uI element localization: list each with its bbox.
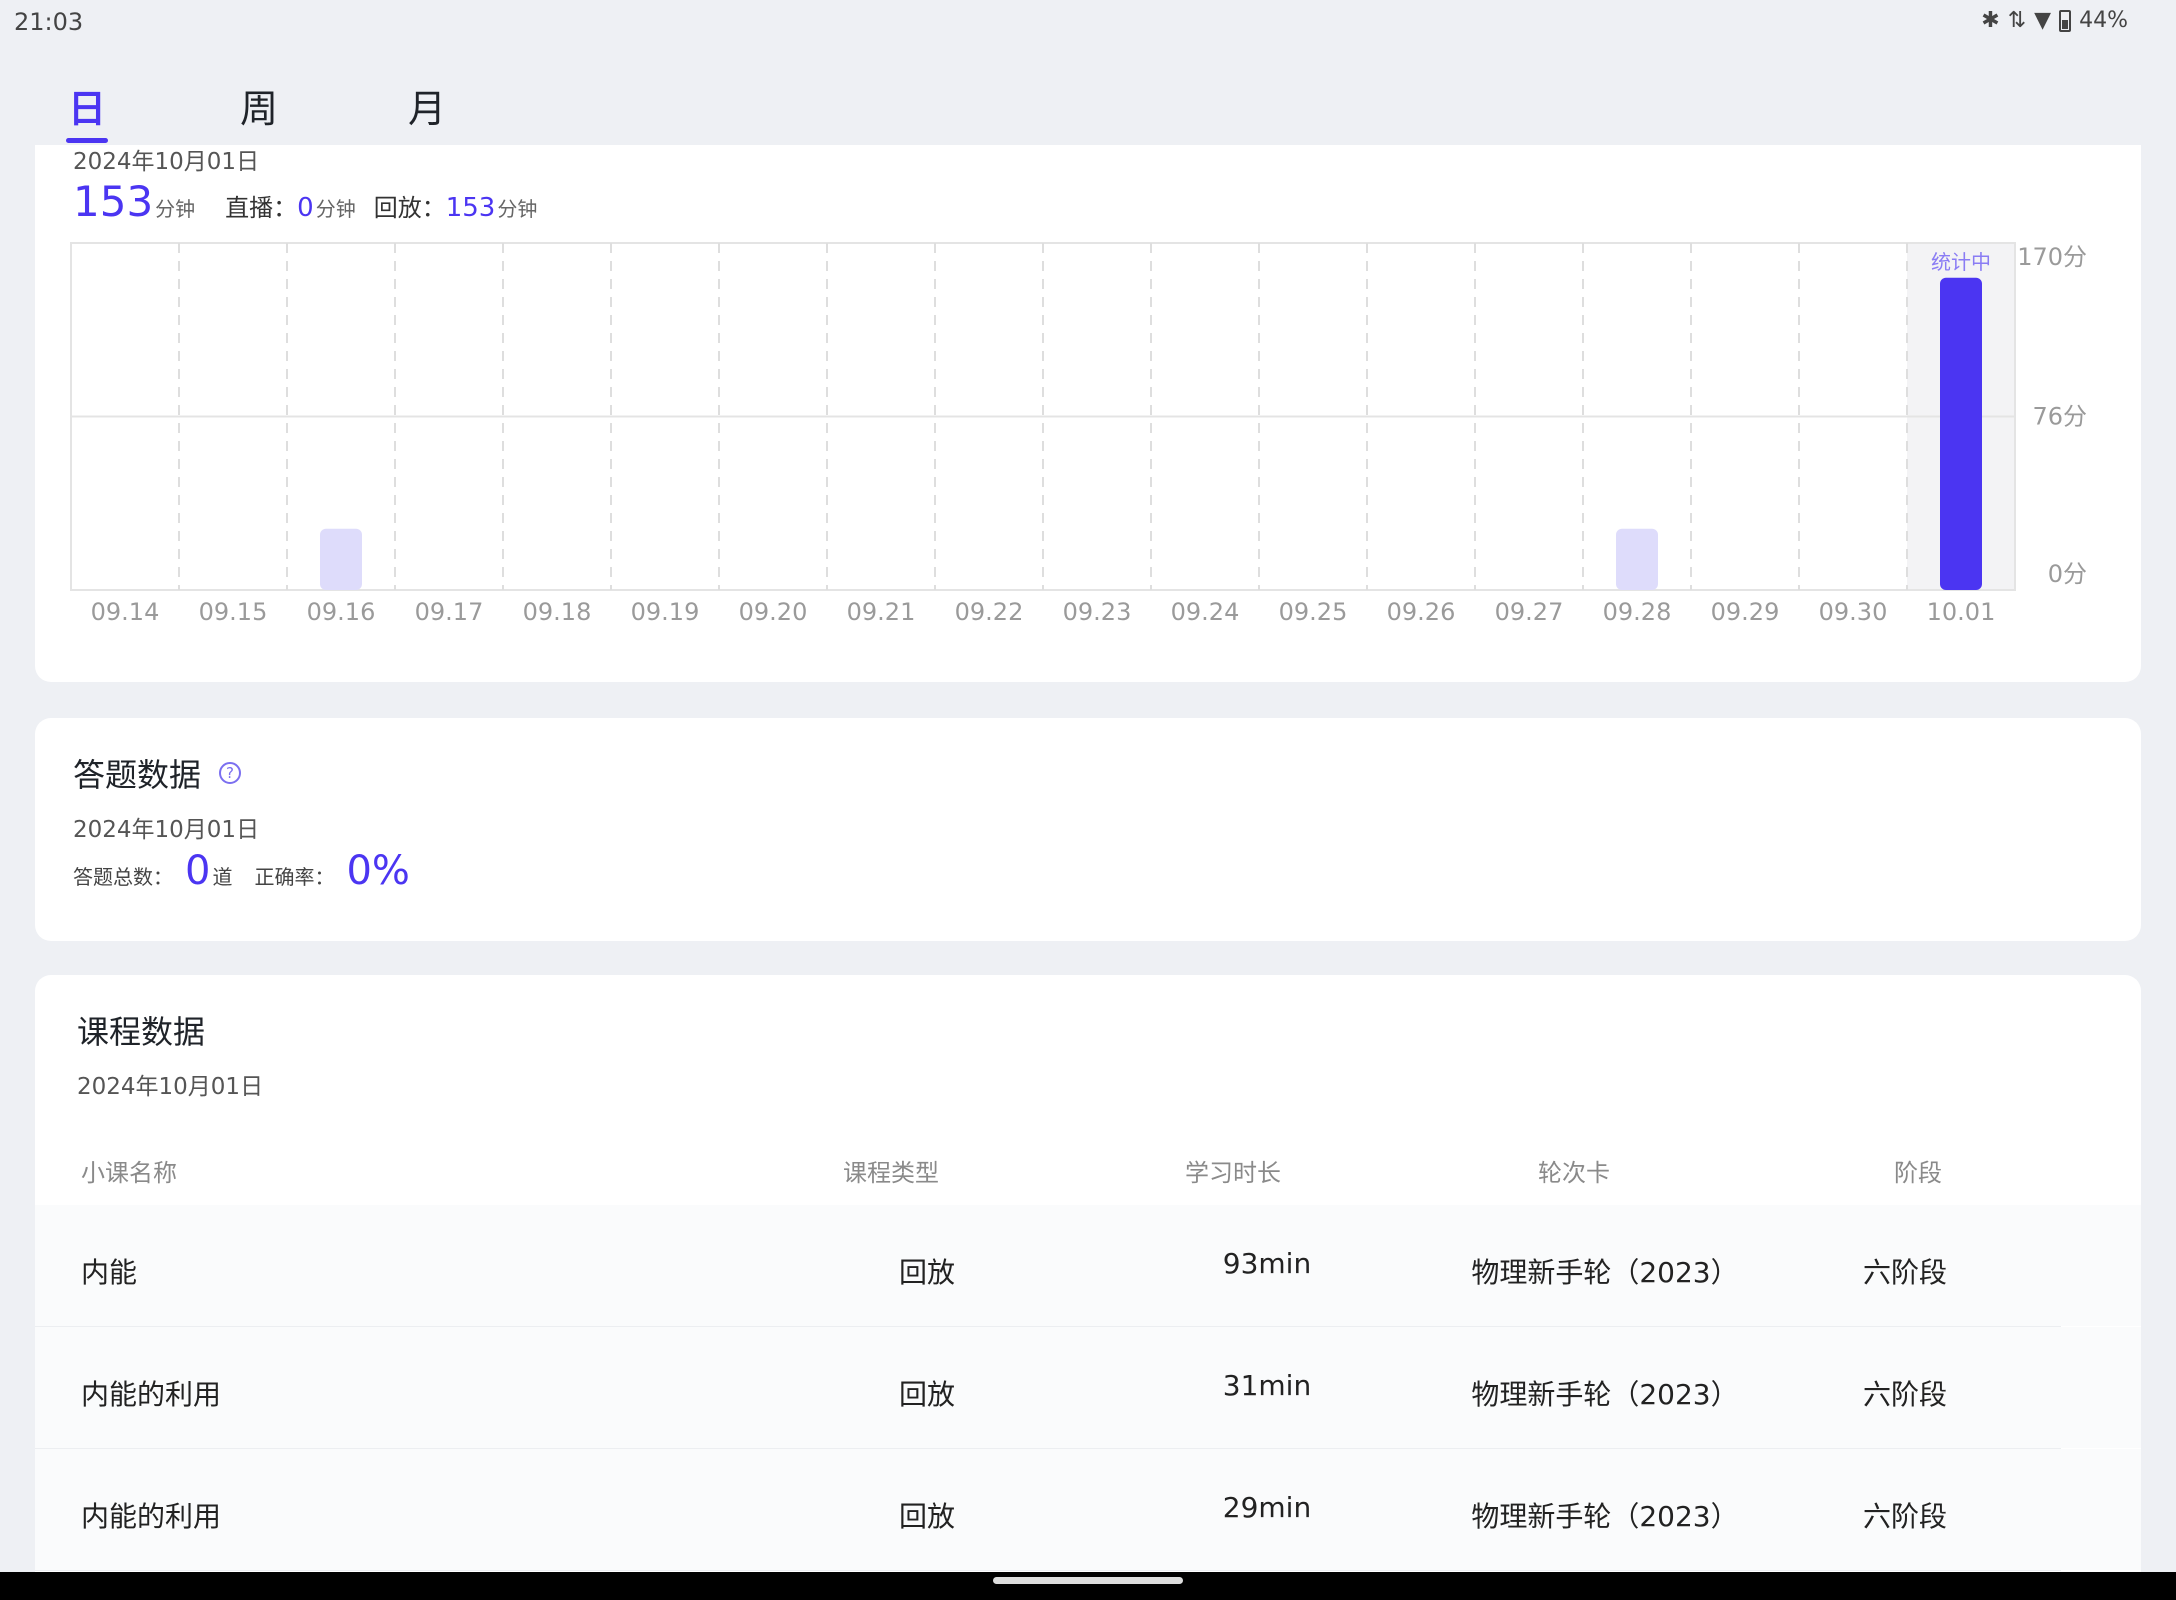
accuracy-value: 0% [346, 848, 410, 894]
x-tick-label: 09.30 [1819, 598, 1888, 626]
chart-bar [1940, 277, 1982, 590]
course-name: 内能 [81, 1256, 138, 1289]
x-tick-label: 09.22 [955, 598, 1024, 626]
course-stage: 六阶段 [1862, 1256, 1947, 1289]
chart-bar [320, 528, 362, 590]
x-tick-label: 10.01 [1927, 598, 1996, 626]
x-tick-label: 09.24 [1171, 598, 1240, 626]
chart-bar [1616, 528, 1658, 590]
x-tick-label: 09.15 [199, 598, 268, 626]
battery-icon [2059, 9, 2072, 32]
x-tick-label: 09.16 [307, 598, 376, 626]
course-duration: 93min [1222, 1247, 1312, 1280]
tab-week[interactable]: 周 [240, 78, 278, 133]
bar-status-label: 统计中 [1931, 250, 1991, 274]
tab-month[interactable]: 月 [408, 78, 446, 133]
status-bar: 21:03 ✱ ⇅ ▼ 44% [0, 0, 2176, 44]
status-time: 21:03 [14, 8, 84, 36]
x-tick-label: 09.27 [1495, 598, 1564, 626]
x-tick-label: 09.25 [1279, 598, 1348, 626]
navigation-bar [0, 1572, 2176, 1600]
answer-total-unit: 道 [212, 865, 233, 889]
answer-date: 2024年10月01日 [73, 817, 260, 843]
wifi-icon: ▼ [2034, 8, 2052, 33]
status-icons: ✱ ⇅ ▼ 44% [1981, 8, 2128, 33]
x-tick-label: 09.14 [91, 598, 160, 626]
y-tick-label: 0分 [2048, 560, 2087, 588]
table-row[interactable]: 内能 回放 93min 物理新手轮（2023） 六阶段 [35, 1205, 2141, 1327]
course-name: 内能的利用 [81, 1378, 222, 1411]
course-table-body: 内能 回放 93min 物理新手轮（2023） 六阶段 内能的利用 回放 31m… [35, 1205, 2141, 1571]
accuracy-label: 正确率： [254, 865, 335, 889]
study-time-chart[interactable]: 统计中 09.14 09.15 09.16 09.17 09.18 09.19 09.20 09… [35, 145, 2141, 682]
x-tick-label: 09.20 [739, 598, 808, 626]
signal-icon: ⇅ [2007, 8, 2027, 33]
course-type: 回放 [898, 1256, 955, 1289]
course-type: 回放 [898, 1378, 955, 1411]
column-header-duration: 学习时长 [1185, 1159, 1281, 1187]
x-tick-label: 09.26 [1387, 598, 1456, 626]
course-duration: 31min [1222, 1369, 1312, 1402]
answer-total-value: 0 [185, 848, 211, 894]
x-tick-label: 09.17 [415, 598, 484, 626]
course-duration: 29min [1222, 1491, 1312, 1524]
study-time-card: 2024年10月01日 153 分钟 直播： 0 分钟 回放： 153 分钟 统… [35, 145, 2141, 682]
x-tick-label: 09.28 [1603, 598, 1672, 626]
answer-title: 答题数据 [73, 756, 202, 794]
x-tick-label: 09.21 [847, 598, 916, 626]
x-tick-label: 09.18 [523, 598, 592, 626]
battery-level: 44% [2079, 8, 2128, 33]
course-name: 内能的利用 [81, 1500, 222, 1533]
y-tick-label: 76分 [2032, 403, 2087, 431]
home-gesture-handle[interactable] [993, 1577, 1183, 1584]
answer-data-card: 答题数据 ? 2024年10月01日 答题总数： 0 道 正确率： 0% [35, 718, 2141, 941]
column-header-type: 课程类型 [843, 1159, 939, 1187]
x-tick-label: 09.19 [631, 598, 700, 626]
course-data-card: 课程数据 2024年10月01日 小课名称 课程类型 学习时长 轮次卡 阶段 内… [35, 975, 2141, 1600]
x-tick-label: 09.29 [1711, 598, 1780, 626]
answer-total-label: 答题总数： [73, 865, 173, 889]
period-tabs: 日 周 月 [0, 60, 2176, 144]
course-table-header: 小课名称 课程类型 学习时长 轮次卡 阶段 [35, 1153, 2141, 1203]
x-tick-label: 09.23 [1063, 598, 1132, 626]
course-round: 物理新手轮（2023） [1471, 1500, 1739, 1533]
tab-day[interactable]: 日 [68, 78, 106, 133]
course-stage: 六阶段 [1862, 1378, 1947, 1411]
course-title: 课程数据 [77, 1013, 206, 1051]
answer-summary: 答题总数： 0 道 正确率： 0% [73, 848, 412, 894]
y-tick-label: 170分 [2017, 243, 2087, 271]
table-row[interactable]: 内能的利用 回放 31min 物理新手轮（2023） 六阶段 [35, 1327, 2141, 1449]
course-round: 物理新手轮（2023） [1471, 1378, 1739, 1411]
course-date: 2024年10月01日 [77, 1074, 264, 1100]
course-stage: 六阶段 [1862, 1500, 1947, 1533]
bluetooth-icon: ✱ [1981, 8, 2000, 33]
question-circle-icon[interactable]: ? [219, 762, 241, 784]
course-round: 物理新手轮（2023） [1471, 1256, 1739, 1289]
table-row[interactable]: 内能的利用 回放 29min 物理新手轮（2023） 六阶段 [35, 1449, 2141, 1571]
course-type: 回放 [898, 1500, 955, 1533]
column-header-name: 小课名称 [81, 1159, 177, 1187]
column-header-stage: 阶段 [1894, 1159, 1942, 1187]
column-header-round: 轮次卡 [1538, 1159, 1610, 1187]
